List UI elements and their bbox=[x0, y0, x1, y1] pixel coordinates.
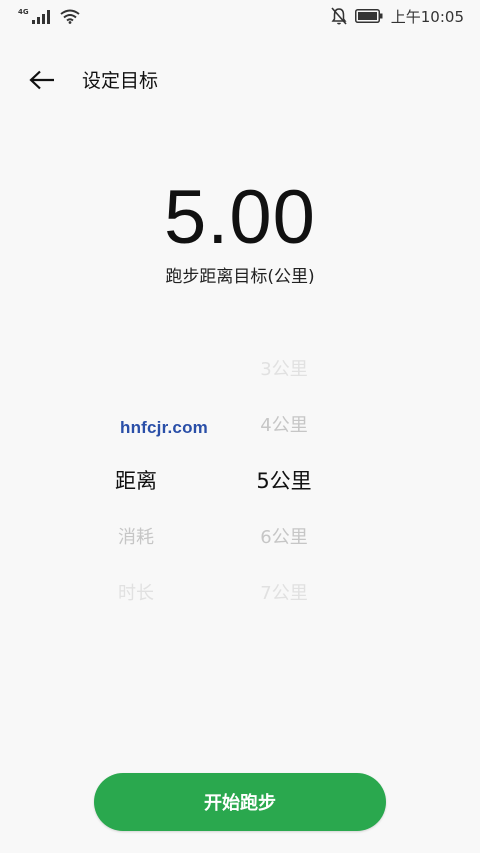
header: 设定目标 bbox=[0, 56, 480, 104]
distance-option[interactable]: 6公里 bbox=[150, 523, 418, 549]
clock: 上午10:05 bbox=[390, 7, 464, 26]
signal-icon bbox=[31, 10, 50, 24]
distance-option[interactable]: 7公里 bbox=[150, 579, 418, 605]
start-run-button[interactable]: 开始跑步 bbox=[94, 773, 386, 831]
screen: 4G 上午10:05 设定目标 5.00 跑步距离目标(公里) 距离 消耗 时长… bbox=[0, 0, 480, 853]
status-bar: 4G 上午10:05 bbox=[0, 0, 480, 34]
watermark: hnfcjr.com bbox=[120, 418, 208, 437]
goal-value: 5.00 bbox=[164, 175, 316, 260]
distance-selected[interactable]: 5公里 bbox=[150, 465, 418, 495]
arrow-left-icon bbox=[29, 70, 54, 90]
battery-icon bbox=[354, 9, 383, 23]
goal-label: 跑步距离目标(公里) bbox=[165, 267, 315, 287]
back-button[interactable] bbox=[24, 64, 60, 96]
network-type: 4G bbox=[18, 8, 29, 16]
distance-option[interactable]: 3公里 bbox=[150, 355, 418, 381]
status-left: 4G bbox=[18, 8, 80, 24]
page-title: 设定目标 bbox=[82, 70, 159, 92]
wifi-icon bbox=[60, 9, 80, 24]
status-right: 上午10:05 bbox=[331, 6, 464, 26]
mute-bell-icon bbox=[331, 7, 347, 25]
